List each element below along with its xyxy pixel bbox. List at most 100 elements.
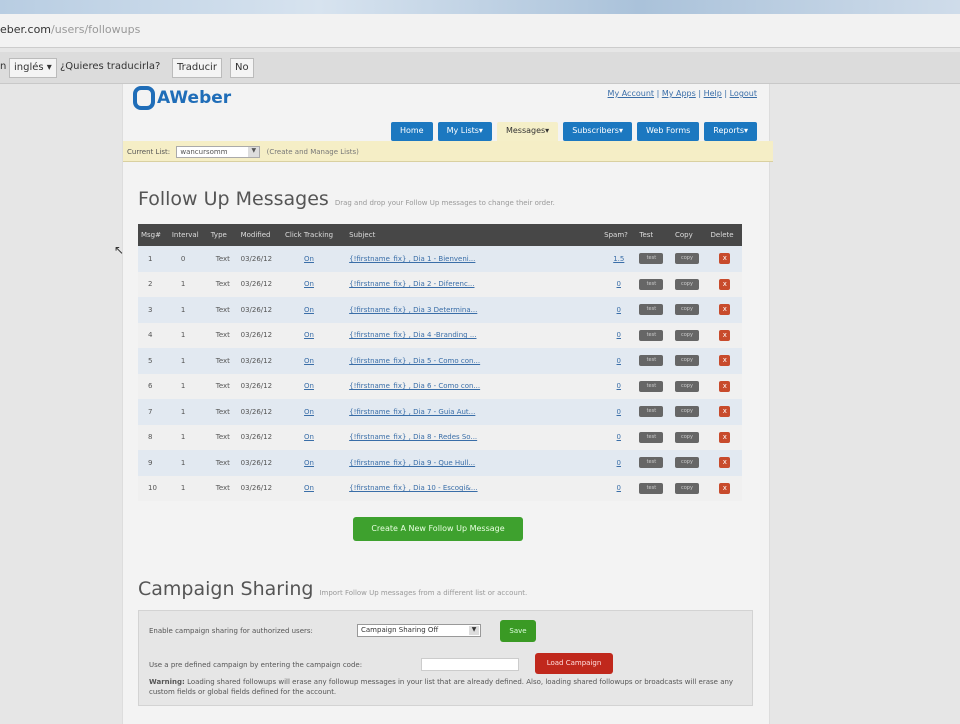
spam-score-link[interactable]: 0 [617, 382, 621, 390]
delete-icon[interactable]: x [719, 355, 731, 367]
click-tracking-link[interactable]: On [304, 484, 314, 492]
click-tracking-link[interactable]: On [304, 255, 314, 263]
nav-home[interactable]: Home [390, 122, 433, 141]
address-bar[interactable]: eber.com/users/followups [0, 14, 960, 48]
nav-reports[interactable]: Reports▾ [704, 122, 757, 141]
delete-icon[interactable]: x [719, 457, 731, 469]
spam-score-link[interactable]: 1.5 [613, 255, 624, 263]
subject-link[interactable]: {!firstname_fix} , Dia 3 Determina... [349, 306, 477, 314]
manage-lists-link[interactable]: (Create and Manage Lists) [267, 148, 359, 156]
copy-button[interactable]: copy [674, 380, 699, 392]
test-button[interactable]: test [639, 253, 664, 265]
copy-button[interactable]: copy [674, 406, 699, 418]
copy-button[interactable]: copy [674, 431, 699, 443]
create-followup-button[interactable]: Create A New Follow Up Message [353, 517, 523, 541]
msg-number: 4 [138, 322, 169, 348]
delete-icon[interactable]: x [719, 304, 731, 316]
test-button[interactable]: test [639, 457, 664, 469]
subject-link[interactable]: {!firstname_fix} , Dia 2 - Diferenc... [349, 280, 474, 288]
table-row[interactable]: 9 1 Text 03/26/12 On {!firstname_fix} , … [138, 450, 742, 476]
subject-link[interactable]: {!firstname_fix} , Dia 8 - Redes So... [349, 433, 477, 441]
enable-sharing-label: Enable campaign sharing for authorized u… [149, 627, 313, 635]
delete-icon[interactable]: x [719, 380, 731, 392]
translate-bar: n inglés ▾ ¿Quieres traducirla? Traducir… [0, 52, 960, 84]
table-row[interactable]: 1 0 Text 03/26/12 On {!firstname_fix} , … [138, 246, 742, 272]
test-button[interactable]: test [639, 355, 664, 367]
copy-button[interactable]: copy [674, 253, 699, 265]
followups-subtitle: Drag and drop your Follow Up messages to… [334, 199, 555, 207]
click-tracking-link[interactable]: On [304, 408, 314, 416]
click-tracking-link[interactable]: On [304, 459, 314, 467]
copy-button[interactable]: copy [674, 355, 699, 367]
save-button[interactable]: Save [500, 620, 536, 642]
delete-icon[interactable]: x [719, 253, 731, 265]
table-row[interactable]: 6 1 Text 03/26/12 On {!firstname_fix} , … [138, 373, 742, 399]
delete-icon[interactable]: x [719, 482, 731, 494]
language-select[interactable]: inglés ▾ [9, 58, 57, 78]
spam-score-link[interactable]: 0 [617, 484, 621, 492]
interval: 1 [168, 450, 208, 476]
translate-button[interactable]: Traducir [172, 58, 222, 78]
table-row[interactable]: 7 1 Text 03/26/12 On {!firstname_fix} , … [138, 399, 742, 425]
test-button[interactable]: test [639, 304, 664, 316]
copy-button[interactable]: copy [674, 482, 699, 494]
spam-score-link[interactable]: 0 [617, 280, 621, 288]
column-header: Subject [346, 224, 602, 246]
column-header: Copy [671, 224, 708, 246]
subject-link[interactable]: {!firstname_fix} , Dia 9 - Que Hull... [349, 459, 475, 467]
spam-score-link[interactable]: 0 [617, 357, 621, 365]
click-tracking-link[interactable]: On [304, 306, 314, 314]
test-button[interactable]: test [639, 278, 664, 290]
spam-score-link[interactable]: 0 [617, 408, 621, 416]
spam-score-link[interactable]: 0 [617, 306, 621, 314]
click-tracking-link[interactable]: On [304, 280, 314, 288]
table-row[interactable]: 2 1 Text 03/26/12 On {!firstname_fix} , … [138, 271, 742, 297]
subject-link[interactable]: {!firstname_fix} , Dia 7 - Guia Aut... [349, 408, 475, 416]
click-tracking-link[interactable]: On [304, 382, 314, 390]
logo-icon [133, 86, 155, 110]
table-row[interactable]: 3 1 Text 03/26/12 On {!firstname_fix} , … [138, 297, 742, 323]
my-account-link[interactable]: My Account [608, 89, 654, 98]
subject-link[interactable]: {!firstname_fix} , Dia 10 - Escogi&... [349, 484, 477, 492]
table-row[interactable]: 5 1 Text 03/26/12 On {!firstname_fix} , … [138, 348, 742, 374]
no-translate-button[interactable]: No [230, 58, 254, 78]
nav-web-forms[interactable]: Web Forms [636, 122, 700, 141]
subject-link[interactable]: {!firstname_fix} , Dia 5 - Como con... [349, 357, 480, 365]
current-list-select[interactable]: wancursomm ▼ [176, 146, 261, 158]
click-tracking-link[interactable]: On [304, 433, 314, 441]
click-tracking-link[interactable]: On [304, 357, 314, 365]
copy-button[interactable]: copy [674, 304, 699, 316]
aweber-logo[interactable]: AWeber [133, 86, 231, 110]
subject-link[interactable]: {!firstname_fix} , Dia 6 - Como con... [349, 382, 480, 390]
subject-link[interactable]: {!firstname_fix} , Dia 1 - Bienveni... [349, 255, 475, 263]
logout-link[interactable]: Logout [730, 89, 757, 98]
test-button[interactable]: test [639, 329, 664, 341]
delete-icon[interactable]: x [719, 406, 731, 418]
test-button[interactable]: test [639, 482, 664, 494]
delete-icon[interactable]: x [719, 431, 731, 443]
table-row[interactable]: 8 1 Text 03/26/12 On {!firstname_fix} , … [138, 424, 742, 450]
url-host: eber.com [0, 23, 52, 36]
table-row[interactable]: 10 1 Text 03/26/12 On {!firstname_fix} ,… [138, 475, 742, 501]
copy-button[interactable]: copy [674, 329, 699, 341]
test-button[interactable]: test [639, 431, 664, 443]
copy-button[interactable]: copy [674, 457, 699, 469]
nav-subscribers[interactable]: Subscribers▾ [563, 122, 632, 141]
table-row[interactable]: 4 1 Text 03/26/12 On {!firstname_fix} , … [138, 322, 742, 348]
delete-icon[interactable]: x [719, 329, 731, 341]
copy-button[interactable]: copy [674, 278, 699, 290]
my-apps-link[interactable]: My Apps [662, 89, 696, 98]
spam-score-link[interactable]: 0 [617, 459, 621, 467]
nav-my-lists[interactable]: My Lists▾ [437, 122, 492, 141]
help-link[interactable]: Help [704, 89, 722, 98]
spam-score-link[interactable]: 0 [617, 433, 621, 441]
delete-icon[interactable]: x [719, 278, 731, 290]
sharing-select[interactable]: Campaign Sharing Off ▼ [357, 624, 481, 637]
campaign-code-input[interactable] [421, 658, 519, 671]
spam-score-link[interactable]: 0 [617, 331, 621, 339]
load-campaign-button[interactable]: Load Campaign [535, 653, 613, 674]
test-button[interactable]: test [639, 380, 664, 392]
test-button[interactable]: test [639, 406, 664, 418]
subject-link[interactable]: {!firstname_fix} , Dia 4 -Branding ... [349, 331, 476, 339]
click-tracking-link[interactable]: On [304, 331, 314, 339]
